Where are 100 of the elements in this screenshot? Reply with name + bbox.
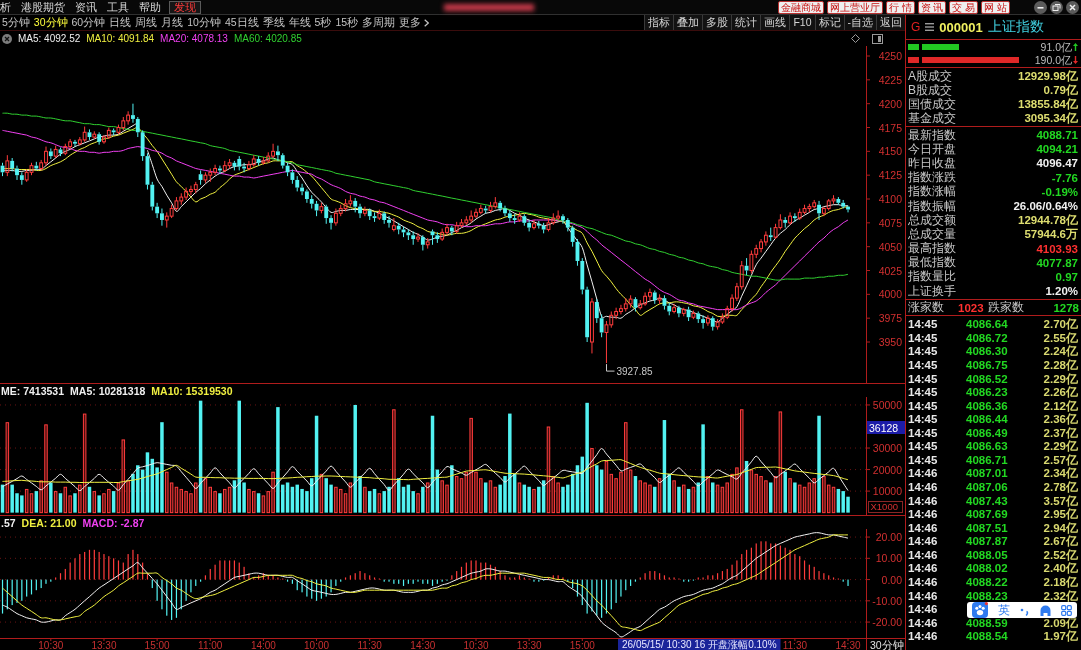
field-label: 昨日收盘 [908,155,956,171]
indicator-value: MA10: 4091.84 [86,33,155,44]
tick-amount: 2.94亿 [1042,521,1078,535]
field-label: 跌家数 [987,299,1024,317]
tick-amount: 2.40亿 [1042,562,1078,576]
advancers-count: 1023 [958,301,984,314]
low-price-label: 3927.85 [616,366,653,378]
field-label: 指数振幅 [908,197,956,214]
field-label: 基金成交 [908,110,956,127]
field-label: 最高指数 [908,240,956,256]
tick-time: 14:45 [908,358,939,373]
tick-amount: 2.18亿 [1042,575,1078,590]
tick-time: 14:46 [908,589,939,604]
indicator-value: .57 [1,516,16,529]
axis-value-marker: 36128 [867,421,905,434]
security-name: 上证指数 [987,18,1044,36]
tick-amount: 2.32亿 [1042,589,1078,604]
tick-time: 14:45 [908,386,939,400]
y-axis-title: X1000 [870,501,898,513]
axis-time-label: 14:30 [410,639,436,650]
indicator-value: MA5: 10281318 [70,384,146,397]
tick-price: 4086.75 [966,358,1009,373]
tick-time: 14:46 [908,630,939,644]
tick-price: 4086.52 [966,372,1009,387]
axis-tick-label: -20.00 [872,616,902,629]
period-label: 30分钟 [870,638,904,650]
tick-time: 14:45 [908,372,939,387]
axis-tick-label: 4250 [878,50,902,62]
indicator-value: DEA: 21.00 [21,516,77,529]
tick-time: 14:46 [908,494,939,509]
tick-amount: 2.29亿 [1042,440,1078,454]
tick-price: 4088.23 [966,589,1009,604]
field-label: 最低指数 [908,254,956,270]
field-label: B股成交 [908,82,952,98]
tick-price: 4088.02 [966,562,1009,576]
tick-price: 4086.63 [966,440,1009,454]
tick-price: 4086.23 [966,386,1009,400]
field-label: 指数量比 [908,268,956,285]
flow-value: 190.0亿 [1034,54,1072,66]
tick-time: 14:46 [908,616,939,631]
field-value: -0.19% [1041,185,1078,198]
tick-price: 4087.43 [966,494,1009,509]
axis-tick-label: 4225 [878,73,902,86]
axis-tick-label: 4125 [878,169,902,182]
axis-tick-label: 20000 [872,463,902,476]
field-value: 4077.87 [1036,256,1078,269]
tick-amount: 1.97亿 [1042,630,1078,644]
field-value: 26.06/0.64% [1013,200,1078,213]
field-label: 上证换手 [908,282,956,300]
axis-tick-label: 10.00 [875,552,902,565]
tick-time: 14:45 [908,318,939,332]
indicator-value: MA60: 4020.85 [233,33,302,44]
axis-time-label: 11:30 [782,639,808,650]
tick-amount: 2.29亿 [1042,372,1078,386]
tick-price: 4086.49 [966,426,1009,441]
field-value: 1.20% [1045,285,1078,298]
field-value: 4088.71 [1036,129,1078,142]
field-value: 12929.98亿 [1018,68,1078,84]
tick-price: 4088.22 [966,575,1009,590]
indicator-value: MACD: -2.87 [82,516,145,529]
field-value: -7.76 [1051,171,1078,184]
field-value: 4094.21 [1036,143,1078,156]
axis-tick-label: 4100 [878,193,902,205]
axis-tick-label: 50000 [872,398,902,411]
tick-time: 14:46 [908,535,939,549]
field-label: 总成交额 [908,212,956,228]
field-value: 3095.34亿 [1024,110,1078,126]
field-label: 指数涨幅 [908,183,956,200]
tick-time: 14:45 [908,426,939,441]
tick-amount: 2.70亿 [1042,318,1078,332]
axis-tick-label: -10.00 [872,594,902,607]
tick-time: 14:45 [908,331,939,346]
axis-time-label: 10:00 [304,639,330,650]
field-value: 4103.93 [1036,242,1078,255]
axis-tick-label: 20.00 [875,531,902,544]
axis-unit-label: X1000 [868,501,903,513]
tick-price: 4087.87 [966,535,1009,549]
market-flag-label: G [911,20,921,34]
field-label: 国债成交 [908,96,956,112]
axis-tick-label: 4200 [878,97,902,110]
field-value: 0.97 [1055,270,1078,283]
axis-tick-label: 3975 [878,312,902,325]
axis-time-label: 10:30 [38,639,64,650]
axis-time-label: 15:00 [144,639,170,650]
axis-tick-label: 4150 [878,145,902,158]
axis-tick-label: 10000 [872,485,902,498]
flow-value: 91.0亿 [1040,41,1072,53]
tick-price: 4087.51 [966,521,1009,536]
axis-time-label: 11:00 [198,639,223,650]
tick-price: 4086.44 [966,413,1009,427]
indicator-value: ME: 7413531 [1,384,65,397]
axis-time-label: 11:30 [357,639,382,650]
tick-amount: 2.55亿 [1042,331,1078,345]
tick-time: 14:46 [908,548,939,563]
tick-time: 14:46 [908,562,939,576]
axis-time-label: 14:00 [250,639,276,650]
tick-price: 4087.69 [966,508,1009,522]
tick-price: 4088.54 [966,630,1009,644]
tick-time: 14:46 [908,467,939,481]
field-value: 12944.78亿 [1018,212,1078,228]
